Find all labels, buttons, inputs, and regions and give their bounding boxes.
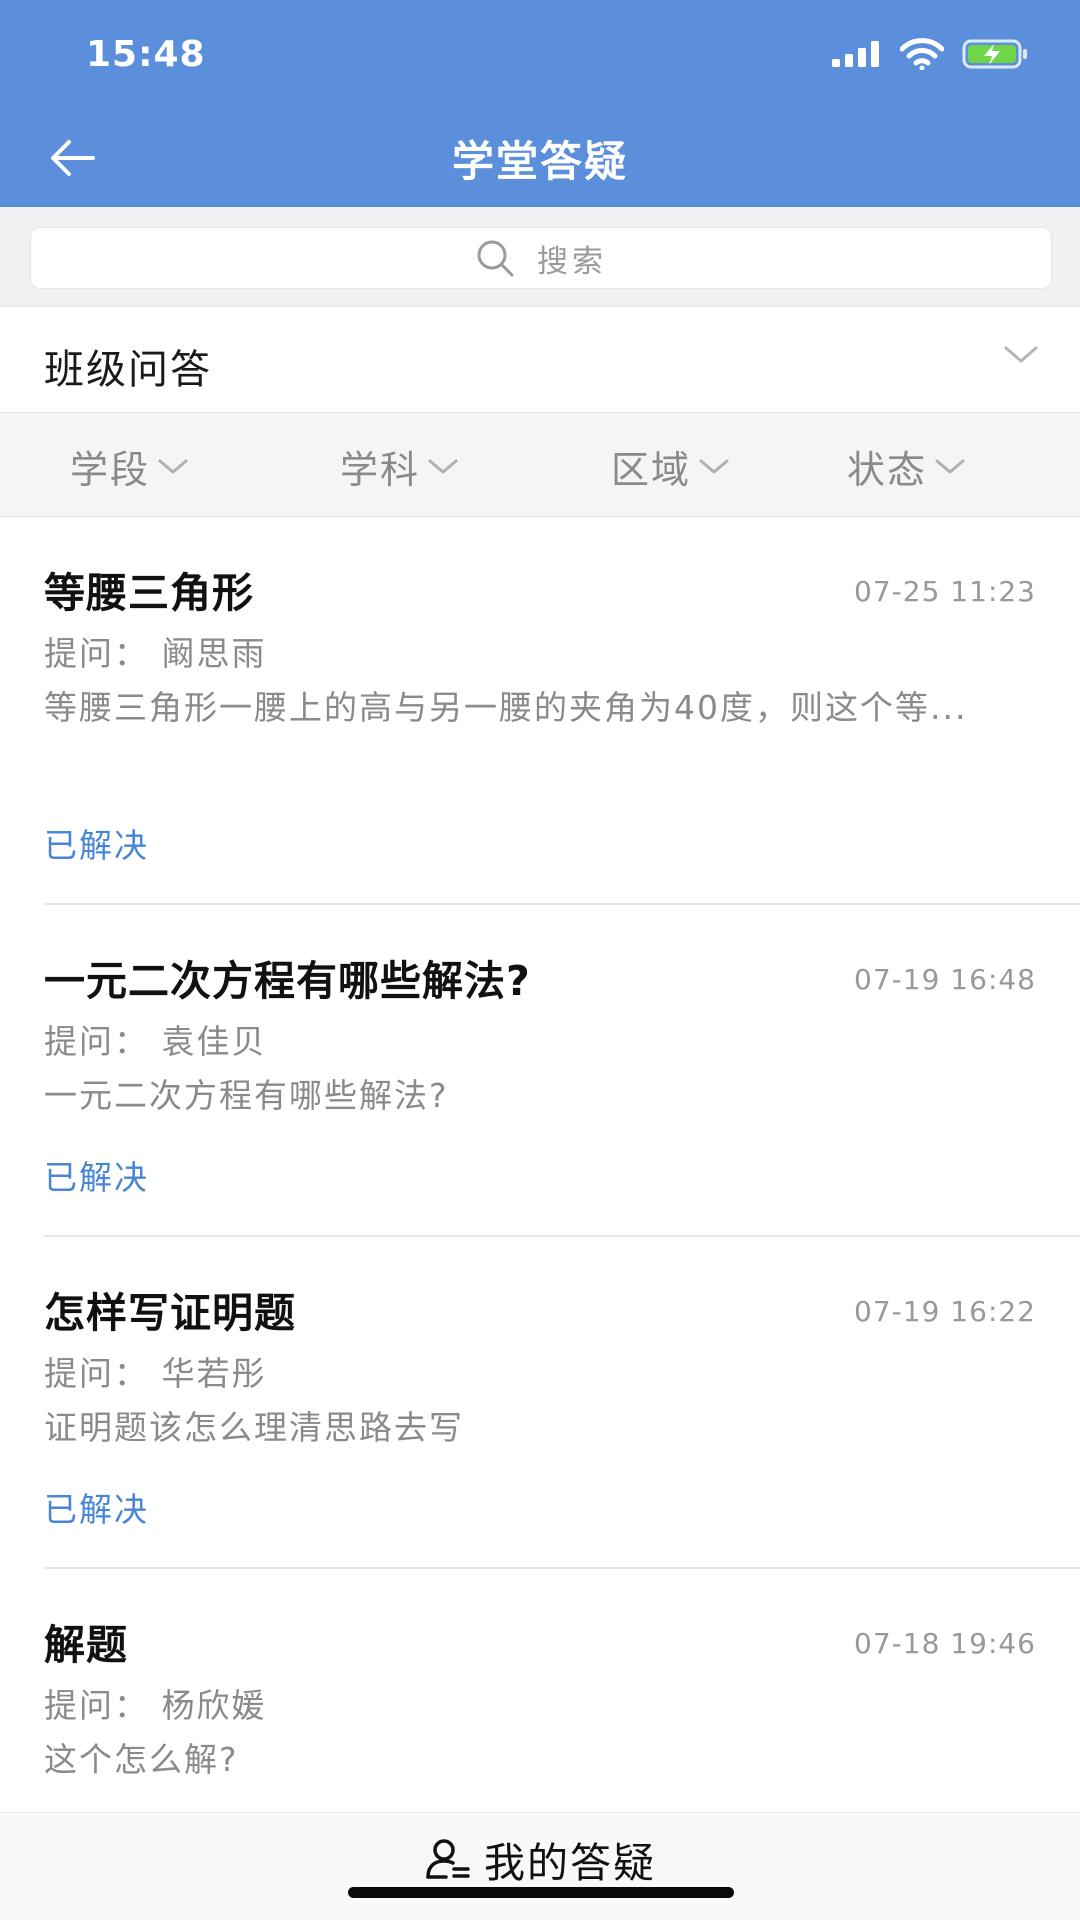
screen: 15:48 学堂答疑 搜索 班级问答 学段 学科 区域 状态 等腰三角形 07-…	[0, 0, 1080, 1920]
question-time: 07-19 16:48	[854, 963, 1036, 996]
status-badge: 已解决	[44, 1490, 149, 1529]
category-label: 班级问答	[44, 347, 212, 393]
question-desc: 一元二次方程有哪些解法?	[44, 1076, 449, 1115]
question-time: 07-18 19:46	[854, 1627, 1036, 1660]
my-questions-label: 我的答疑	[484, 1839, 656, 1887]
search-placeholder: 搜索	[537, 243, 607, 280]
wifi-icon	[900, 38, 944, 70]
status-badge: 已解决	[44, 826, 149, 865]
search-icon	[477, 240, 514, 277]
question-asker: 提问： 华若彤	[44, 1354, 267, 1393]
status-badge: 已解决	[44, 1158, 149, 1197]
header: 15:48 学堂答疑	[0, 0, 1080, 207]
chevron-down-icon	[428, 459, 458, 473]
search-area: 搜索	[0, 207, 1080, 307]
question-list: 等腰三角形 07-25 11:23 提问： 阚思雨 等腰三角形一腰上的高与另一腰…	[0, 517, 1080, 1869]
battery-icon	[962, 39, 1027, 69]
question-title: 怎样写证明题	[44, 1289, 296, 1337]
question-title: 解题	[44, 1621, 128, 1669]
question-time: 07-25 11:23	[854, 575, 1036, 608]
question-title: 等腰三角形	[44, 569, 254, 617]
filter-stage[interactable]: 学段	[70, 439, 188, 494]
question-asker: 提问： 袁佳贝	[44, 1022, 267, 1061]
question-desc: 这个怎么解?	[44, 1740, 239, 1779]
filter-label: 学段	[70, 448, 151, 492]
question-item[interactable]: 等腰三角形 07-25 11:23 提问： 阚思雨 等腰三角形一腰上的高与另一腰…	[0, 517, 1080, 905]
question-asker: 提问： 杨欣媛	[44, 1686, 267, 1725]
question-time: 07-19 16:22	[854, 1295, 1036, 1328]
filter-status[interactable]: 状态	[847, 439, 965, 494]
filter-label: 区域	[611, 448, 692, 492]
question-asker: 提问： 阚思雨	[44, 634, 267, 673]
search-input[interactable]: 搜索	[30, 227, 1052, 289]
page-title: 学堂答疑	[451, 137, 628, 186]
chevron-down-icon	[1004, 346, 1038, 363]
question-desc: 等腰三角形一腰上的高与另一腰的夹角为40度，则这个等...	[44, 688, 968, 727]
chevron-down-icon	[699, 459, 729, 473]
home-indicator	[348, 1887, 734, 1898]
question-desc: 证明题该怎么理清思路去写	[44, 1408, 464, 1447]
filter-region[interactable]: 区域	[611, 439, 729, 494]
filter-label: 状态	[847, 448, 928, 492]
category-dropdown[interactable]: 班级问答	[0, 307, 1080, 413]
filter-subject[interactable]: 学科	[340, 439, 458, 494]
chevron-down-icon	[158, 459, 188, 473]
filter-bar: 学段 学科 区域 状态	[0, 413, 1080, 517]
signal-icon	[832, 41, 879, 67]
filter-label: 学科	[340, 448, 421, 492]
status-time: 15:48	[86, 34, 206, 75]
my-questions-button[interactable]: 我的答疑	[424, 1835, 656, 1887]
user-icon	[426, 1839, 470, 1879]
status-icons	[832, 38, 1030, 70]
question-title: 一元二次方程有哪些解法?	[44, 957, 531, 1005]
question-item[interactable]: 一元二次方程有哪些解法? 07-19 16:48 提问： 袁佳贝 一元二次方程有…	[0, 905, 1080, 1237]
bottom-bar: 我的答疑	[0, 1812, 1080, 1920]
question-item[interactable]: 怎样写证明题 07-19 16:22 提问： 华若彤 证明题该怎么理清思路去写 …	[0, 1237, 1080, 1569]
chevron-down-icon	[935, 459, 965, 473]
